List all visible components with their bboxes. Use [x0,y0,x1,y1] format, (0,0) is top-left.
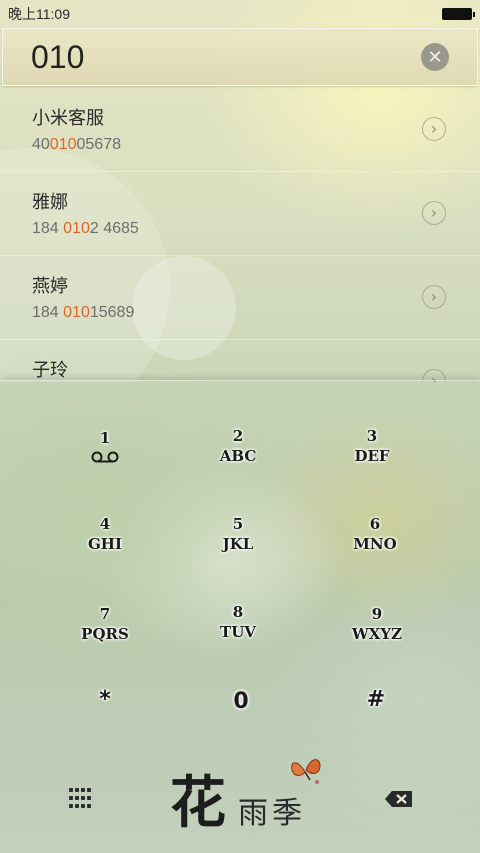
number-part: 05678 [76,136,122,153]
key-digit: 0 [233,689,249,714]
key-letters: ABC [219,447,257,465]
number-part: 2 4685 [89,220,139,237]
contact-number: 4001005678 [32,136,448,154]
chevron-right-icon[interactable]: › [422,285,446,309]
theme-logo: 花 雨季 [170,750,330,845]
contact-number: 184 0102 4685 [32,220,448,238]
butterfly-icon [291,759,321,784]
contact-row[interactable]: 燕婷 184 01015689 › [0,256,480,340]
chevron-right-icon[interactable]: › [422,117,446,141]
key-6[interactable]: 6 MNO [305,515,445,595]
key-digit: 7 [99,605,111,623]
key-4[interactable]: 4 GHI [35,515,175,595]
key-digit: # [366,687,386,712]
key-3[interactable]: 3 DEF [302,427,442,507]
key-digit: 3 [366,427,378,445]
key-letters: TUV [220,623,256,641]
contact-row[interactable]: 子玲 › [0,340,480,382]
voicemail-icon [91,451,119,463]
backspace-icon[interactable] [384,790,414,808]
dial-search-bar[interactable]: 010 ✕ [2,28,478,86]
contact-name: 雅娜 [32,192,68,213]
key-digit: 2 [232,427,244,445]
key-7[interactable]: 7 PQRS [35,605,175,685]
key-digit: 8 [232,603,244,621]
key-9[interactable]: 9 WXYZ [307,605,447,685]
key-digit: 4 [99,515,111,533]
key-digit: 6 [369,515,381,533]
key-letters: PQRS [81,625,129,643]
key-2[interactable]: 2 ABC [168,427,308,507]
logo-small-text: 雨季 [238,796,306,831]
status-bar: 晚上11:09 [0,0,480,28]
key-letters: JKL [222,535,254,553]
number-part: 15689 [89,304,135,321]
contact-name: 子玲 [32,360,68,381]
key-letters: MNO [353,535,397,553]
key-8[interactable]: 8 TUV [168,603,308,683]
number-part: 184 [32,304,64,321]
key-digit: 1 [99,429,111,447]
bottom-bar: 花 雨季 [0,750,480,853]
key-digit: 5 [232,515,244,533]
key-1[interactable]: 1 [35,429,175,509]
number-part: 184 [32,220,64,237]
number-match: 010 [63,220,90,237]
number-match: 010 [49,136,77,153]
number-part: 40 [32,136,50,153]
status-time: 晚上11:09 [8,6,70,22]
key-letters: WXYZ [351,625,403,643]
keypad-grid-icon[interactable] [68,788,92,810]
contact-name: 燕婷 [32,276,68,297]
key-letters: DEF [354,447,390,465]
contact-name: 小米客服 [32,108,104,129]
contact-number: 184 01015689 [32,304,448,322]
contact-row[interactable]: 雅娜 184 0102 4685 › [0,172,480,256]
number-match: 010 [63,304,90,321]
contact-results-list: 小米客服 4001005678 › 雅娜 184 0102 4685 › 燕婷 … [0,88,480,382]
key-digit: * [99,687,111,712]
battery-icon [442,8,475,20]
chevron-right-icon[interactable]: › [422,201,446,225]
logo-big-char: 花 [170,770,226,836]
dialed-number-input[interactable]: 010 [31,39,84,76]
key-5[interactable]: 5 JKL [168,515,308,595]
key-letters: GHI [88,535,122,553]
key-digit: 9 [371,605,383,623]
clear-icon[interactable]: ✕ [421,43,449,71]
contact-row[interactable]: 小米客服 4001005678 › [0,88,480,172]
